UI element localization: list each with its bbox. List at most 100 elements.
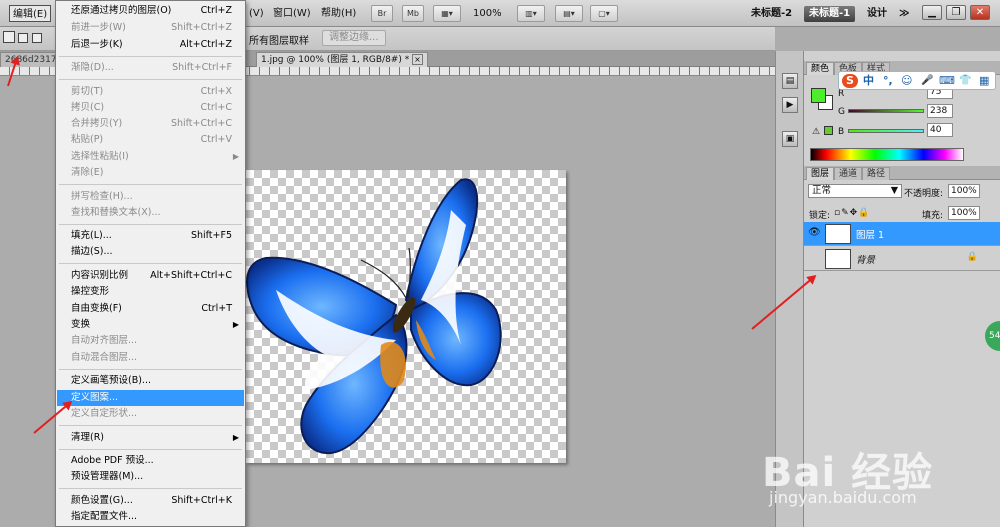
menu-edit[interactable]: 编辑(E) <box>9 5 52 22</box>
watermark-url: jingyan.baidu.com <box>769 488 917 507</box>
ime-keyboard-icon[interactable]: ⌨ <box>939 74 955 88</box>
b-slider[interactable] <box>848 129 924 133</box>
selection-add-icon[interactable] <box>18 33 28 43</box>
menu-item-find-replace[interactable]: 查找和替换文本(X)... <box>57 205 244 221</box>
zoom-level[interactable]: 100% <box>470 5 505 22</box>
tab-color[interactable]: 颜色 <box>806 62 835 75</box>
g-value[interactable]: 238 <box>927 104 953 118</box>
actions-icon[interactable]: ▶ <box>782 97 798 113</box>
menu-separator <box>59 224 242 225</box>
menu-item-define-pattern[interactable]: 定义图案... <box>57 390 244 406</box>
menu-help[interactable]: 帮助(H) <box>318 5 359 22</box>
close-icon[interactable]: ✕ <box>970 5 990 20</box>
arrange-documents-button[interactable]: ▤▾ <box>555 5 583 22</box>
ime-voice-icon[interactable]: 🎤 <box>921 74 933 88</box>
ime-skin-icon[interactable]: 👕 <box>959 74 971 88</box>
foreground-color-swatch[interactable] <box>811 88 826 103</box>
ime-emoji-icon[interactable]: ☺ <box>901 74 912 88</box>
menu-item-copy-merged[interactable]: 合并拷贝(Y) Shift+Ctrl+C <box>57 116 244 132</box>
menu-view[interactable]: (V) <box>246 5 267 22</box>
menu-item-define-custom-shape[interactable]: 定义自定形状... <box>57 406 244 422</box>
tab-layers[interactable]: 图层 <box>806 167 835 180</box>
workspace-untitled-1[interactable]: 未标题-1 <box>804 6 856 22</box>
menu-separator <box>59 79 242 80</box>
workspace-design[interactable]: 设计 <box>862 6 892 22</box>
layer-row-background[interactable]: 背景 🔒 <box>804 247 1000 271</box>
menu-item-paste[interactable]: 粘贴(P) Ctrl+V <box>57 132 244 148</box>
menu-item-copy[interactable]: 拷贝(C) Ctrl+C <box>57 100 244 116</box>
ime-toolbar: S 中 °, ☺ 🎤 ⌨ 👕 ▦ <box>838 71 996 90</box>
refine-edge-button[interactable]: 调整边缘... <box>322 30 386 46</box>
menu-item-color-settings[interactable]: 颜色设置(G)... Shift+Ctrl+K <box>57 493 244 509</box>
opacity-value[interactable]: 100% <box>948 184 980 198</box>
document-tab-active[interactable]: 1.jpg @ 100% (图层 1, RGB/8#) * × <box>256 52 428 67</box>
navigator-icon[interactable]: ▣ <box>782 131 798 147</box>
chevron-down-icon: ▼ <box>890 185 898 196</box>
visibility-eye-icon[interactable]: 👁 <box>808 227 821 238</box>
menu-item-puppet-warp[interactable]: 操控变形 <box>57 284 244 300</box>
g-slider[interactable] <box>848 109 924 113</box>
selection-mode-icon[interactable] <box>3 31 15 43</box>
menu-item-cut[interactable]: 剪切(T) Ctrl+X <box>57 84 244 100</box>
menu-item-auto-align-layers[interactable]: 自动对齐图层... <box>57 333 244 349</box>
lock-icons[interactable]: ▫✎✥🔒 <box>834 208 870 218</box>
menu-separator <box>59 184 242 185</box>
layer-thumbnail <box>825 224 851 244</box>
lock-label: 锁定: <box>809 211 831 221</box>
tab-paths[interactable]: 路径 <box>862 167 891 180</box>
menu-item-check-spelling[interactable]: 拼写检查(H)... <box>57 189 244 205</box>
sample-all-layers-label[interactable]: 所有图层取样 <box>249 32 309 47</box>
layer-name: 图层 1 <box>856 230 885 241</box>
menu-item-adobe-pdf-presets[interactable]: Adobe PDF 预设... <box>57 453 244 469</box>
history-icon[interactable]: ▤ <box>782 73 798 89</box>
menu-item-fade[interactable]: 渐隐(D)... Shift+Ctrl+F <box>57 60 244 76</box>
restore-icon[interactable]: ❐ <box>946 5 966 20</box>
menu-item-auto-blend-layers[interactable]: 自动混合图层... <box>57 350 244 366</box>
sogou-logo-icon[interactable]: S <box>842 74 858 88</box>
gamut-warning-icon[interactable]: ⚠ <box>812 127 820 137</box>
ime-punctuation-icon[interactable]: °, <box>883 74 893 88</box>
menu-item-fill[interactable]: 填充(L)... Shift+F5 <box>57 228 244 244</box>
menu-item-assign-profile[interactable]: 指定配置文件... <box>57 509 244 525</box>
color-spectrum[interactable] <box>810 148 964 161</box>
menu-item-step-forward[interactable]: 前进一步(W) Shift+Ctrl+Z <box>57 20 244 36</box>
workspace-untitled-2[interactable]: 未标题-2 <box>746 6 797 22</box>
document-tab-label: 1.jpg @ 100% (图层 1, RGB/8#) * <box>261 55 410 65</box>
menu-item-undo[interactable]: 还原通过拷贝的图层(O) Ctrl+Z <box>57 3 244 19</box>
menu-separator <box>59 425 242 426</box>
menu-item-free-transform[interactable]: 自由变换(F) Ctrl+T <box>57 301 244 317</box>
menu-item-clear[interactable]: 清除(E) <box>57 165 244 181</box>
submenu-arrow-icon: ▶ <box>232 433 239 442</box>
minimize-icon[interactable]: ▁ <box>922 5 942 20</box>
extras-button[interactable]: ▦▾ <box>433 5 461 22</box>
layer-thumbnail <box>825 249 851 269</box>
b-label: B <box>838 127 845 137</box>
menu-item-preset-manager[interactable]: 预设管理器(M)... <box>57 469 244 485</box>
blend-mode-select[interactable]: 正常 ▼ <box>808 184 902 198</box>
menu-window[interactable]: 窗口(W) <box>270 5 314 22</box>
websafe-color-swatch[interactable] <box>824 126 833 135</box>
menu-item-define-brush-preset[interactable]: 定义画笔预设(B)... <box>57 373 244 389</box>
ime-chinese-mode[interactable]: 中 <box>863 74 874 88</box>
fill-value[interactable]: 100% <box>948 206 980 220</box>
layer-row-layer-1[interactable]: 👁 图层 1 <box>804 222 1000 246</box>
workspace-more-icon[interactable]: ≫ <box>894 6 914 22</box>
layer-name: 背景 <box>856 255 876 266</box>
menu-item-stroke[interactable]: 描边(S)... <box>57 244 244 260</box>
screen-mode-button[interactable]: ▢▾ <box>590 5 618 22</box>
submenu-arrow-icon: ▶ <box>232 320 239 329</box>
document-close-icon[interactable]: × <box>412 54 423 65</box>
view-extras-button[interactable]: ▥▾ <box>517 5 545 22</box>
bridge-button[interactable]: Br <box>371 5 393 22</box>
b-value[interactable]: 40 <box>927 123 953 137</box>
ime-toolbox-icon[interactable]: ▦ <box>979 74 989 88</box>
document-canvas[interactable] <box>246 170 566 463</box>
menu-item-content-aware-scale[interactable]: 内容识别比例 Alt+Shift+Ctrl+C <box>57 268 244 284</box>
selection-subtract-icon[interactable] <box>32 33 42 43</box>
tab-channels[interactable]: 通道 <box>834 167 863 180</box>
menu-item-purge[interactable]: 清理(R) ▶ <box>57 430 244 446</box>
mini-bridge-button[interactable]: Mb <box>402 5 424 22</box>
menu-item-paste-special[interactable]: 选择性粘贴(I) ▶ <box>57 149 244 165</box>
menu-item-transform[interactable]: 变换 ▶ <box>57 317 244 333</box>
menu-item-step-backward[interactable]: 后退一步(K) Alt+Ctrl+Z <box>57 37 244 53</box>
